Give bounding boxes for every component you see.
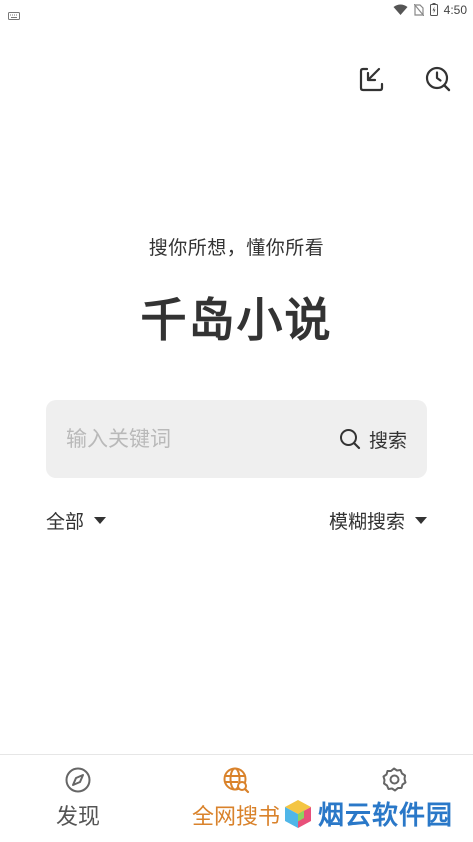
history-button[interactable]: [423, 64, 453, 94]
search-button-label: 搜索: [368, 429, 407, 452]
slogan-text: 搜你所想，懂你所看: [148, 237, 325, 259]
bottom-navigation: 发现 全网搜书 烟云软件园: [0, 754, 473, 842]
caret-down-icon: [94, 517, 107, 524]
battery-icon: [429, 1, 438, 20]
clock-time: 4:50: [443, 3, 467, 17]
download-button[interactable]: [357, 64, 387, 94]
page-title: 千岛小说: [140, 293, 333, 347]
watermark: 烟云软件园: [282, 795, 453, 832]
history-clock-icon: [425, 66, 451, 92]
match-mode-dropdown-label: 模糊搜索: [328, 511, 405, 533]
keyboard-icon: [8, 5, 20, 20]
nav-item-settings[interactable]: [324, 765, 464, 799]
status-bar: 4:50: [0, 0, 473, 20]
search-bar: 搜索: [46, 400, 427, 478]
cube-logo-icon: [285, 799, 311, 828]
nav-item-discover[interactable]: 发现: [8, 765, 148, 831]
search-button[interactable]: 搜索: [339, 400, 407, 478]
gear-icon: [379, 765, 409, 795]
globe-search-icon: [221, 765, 251, 795]
scope-dropdown[interactable]: 全部: [46, 507, 107, 534]
match-mode-dropdown[interactable]: 模糊搜索: [329, 507, 427, 534]
no-sim-icon: [413, 1, 425, 20]
watermark-text: 烟云软件园: [318, 801, 454, 831]
nav-label-discover: 发现: [55, 805, 100, 830]
caret-down-icon: [415, 517, 427, 524]
compass-icon: [63, 765, 93, 795]
search-icon: [339, 429, 361, 450]
nav-label-search-all: 全网搜书: [191, 805, 280, 830]
scope-dropdown-label: 全部: [46, 511, 85, 533]
wifi-icon: [393, 1, 408, 20]
search-input[interactable]: [66, 400, 316, 478]
download-icon: [359, 67, 384, 92]
